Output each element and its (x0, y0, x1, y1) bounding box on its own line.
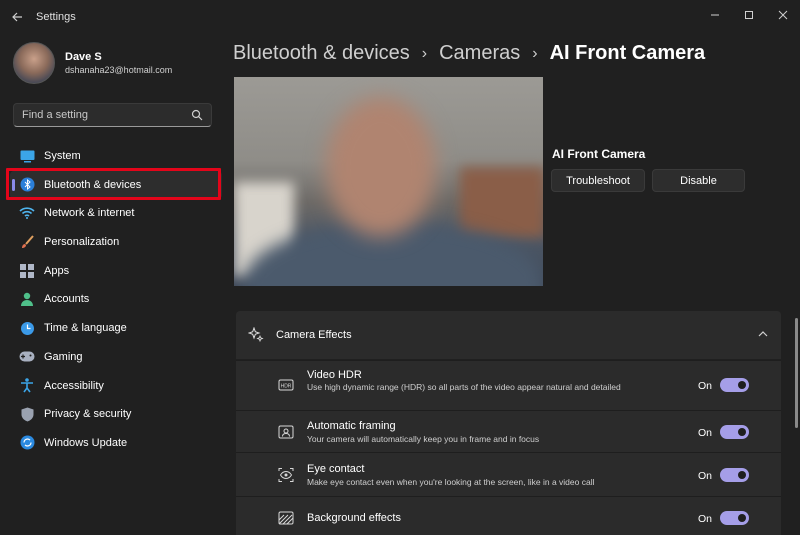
accessibility-icon (19, 378, 35, 394)
effect-title: Eye contact (307, 463, 365, 475)
scrollbar-thumb[interactable] (795, 318, 798, 428)
breadcrumb-item-bluetooth[interactable]: Bluetooth & devices (233, 42, 410, 65)
bluetooth-icon (19, 177, 35, 193)
camera-preview (234, 77, 543, 286)
sidebar-item-label: Accessibility (44, 379, 104, 392)
search-icon[interactable] (191, 109, 203, 121)
sidebar-item-label: Personalization (44, 236, 120, 249)
wifi-icon (19, 205, 35, 221)
breadcrumb-item-cameras[interactable]: Cameras (439, 42, 520, 65)
profile-email: dshanaha23@hotmail.com (65, 65, 173, 75)
toggle-state-label: On (698, 470, 713, 482)
sidebar-item-accounts[interactable]: Accounts (10, 285, 222, 313)
effect-row-background-effects: Background effects On (236, 496, 781, 535)
gamepad-icon (19, 349, 35, 365)
chevron-right-icon: › (421, 44, 428, 62)
active-indicator (12, 178, 15, 191)
sidebar-item-bluetooth[interactable]: Bluetooth & devices (10, 170, 222, 199)
effect-row-video-hdr: HDR Video HDR Use high dynamic range (HD… (236, 360, 781, 410)
camera-effects-header[interactable]: Camera Effects (236, 311, 781, 359)
framing-icon (278, 425, 294, 439)
sidebar-nav: System Bluetooth & devices Network & int… (10, 142, 222, 458)
minimize-icon (711, 14, 719, 16)
monitor-icon (19, 148, 35, 164)
chevron-up-icon[interactable] (757, 328, 769, 340)
sidebar-item-personalization[interactable]: Personalization (10, 228, 222, 256)
page-title: AI Front Camera (549, 42, 706, 64)
effect-description: Your camera will automatically keep you … (307, 434, 540, 444)
update-icon (19, 435, 35, 451)
shield-icon (19, 406, 35, 422)
sparkle-icon (248, 327, 264, 343)
disable-button[interactable]: Disable (652, 169, 745, 192)
breadcrumb: Bluetooth & devices › Cameras › AI Front… (233, 42, 705, 65)
effect-row-automatic-framing: Automatic framing Your camera will autom… (236, 410, 781, 452)
effect-description: Make eye contact even when you're lookin… (307, 477, 595, 487)
maximize-button[interactable] (732, 0, 766, 30)
sidebar-item-label: System (44, 150, 81, 162)
sidebar-item-label: Bluetooth & devices (44, 178, 142, 191)
brush-icon (19, 234, 35, 250)
close-icon (778, 10, 788, 20)
search-box (13, 103, 212, 127)
toggle-state-label: On (698, 513, 713, 525)
sidebar-item-label: Network & internet (44, 207, 135, 220)
sidebar-item-time-language[interactable]: Time & language (10, 314, 222, 342)
sidebar-item-network[interactable]: Network & internet (10, 199, 222, 227)
apps-icon (19, 263, 35, 279)
title-bar: Settings (0, 0, 800, 34)
profile-name: Dave S (65, 51, 102, 63)
sidebar-item-gaming[interactable]: Gaming (10, 343, 222, 371)
person-icon (19, 291, 35, 307)
sidebar-item-privacy[interactable]: Privacy & security (10, 400, 222, 428)
effect-row-eye-contact: Eye contact Make eye contact even when y… (236, 452, 781, 496)
effect-title: Automatic framing (307, 420, 396, 432)
user-profile[interactable]: Dave S dshanaha23@hotmail.com (13, 42, 172, 84)
automatic-framing-toggle[interactable] (720, 425, 749, 439)
background-effects-icon (278, 511, 294, 525)
hdr-icon: HDR (278, 379, 294, 391)
eye-contact-toggle[interactable] (720, 468, 749, 482)
effect-title: Video HDR (307, 369, 362, 381)
back-button[interactable] (0, 0, 34, 34)
effect-title: Background effects (307, 512, 401, 524)
globe-clock-icon (19, 320, 35, 336)
minimize-button[interactable] (698, 0, 732, 30)
sidebar-item-windows-update[interactable]: Windows Update (10, 429, 222, 457)
back-arrow-icon (12, 12, 22, 22)
window-controls (698, 0, 800, 30)
sidebar-item-label: Accounts (44, 293, 90, 306)
sidebar-item-system[interactable]: System (10, 142, 222, 170)
search-input[interactable] (22, 109, 191, 121)
sidebar-item-label: Apps (44, 264, 70, 277)
camera-name: AI Front Camera (552, 147, 646, 161)
close-button[interactable] (766, 0, 800, 30)
sidebar-item-label: Time & language (44, 322, 127, 335)
camera-effects-title: Camera Effects (276, 329, 352, 341)
toggle-state-label: On (698, 380, 713, 392)
sidebar-item-accessibility[interactable]: Accessibility (10, 372, 222, 400)
sidebar-item-label: Gaming (44, 350, 83, 363)
maximize-icon (745, 11, 753, 19)
sidebar-item-apps[interactable]: Apps (10, 257, 222, 285)
background-effects-toggle[interactable] (720, 511, 749, 525)
effect-description: Use high dynamic range (HDR) so all part… (307, 382, 621, 392)
toggle-state-label: On (698, 427, 713, 439)
sidebar-item-label: Windows Update (44, 436, 128, 449)
sidebar-item-label: Privacy & security (44, 408, 132, 421)
avatar (13, 42, 55, 84)
chevron-right-icon: › (532, 44, 538, 62)
video-hdr-toggle[interactable] (720, 378, 749, 392)
svg-text:HDR: HDR (281, 384, 292, 390)
app-title: Settings (36, 11, 76, 23)
eye-contact-icon (278, 468, 294, 482)
troubleshoot-button[interactable]: Troubleshoot (551, 169, 645, 192)
